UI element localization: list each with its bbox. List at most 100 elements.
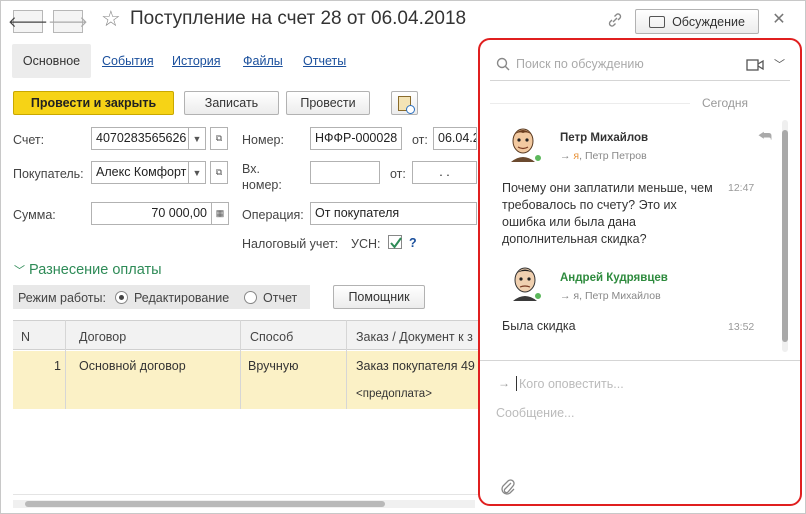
search-divider: [490, 80, 790, 81]
date-field[interactable]: 06.04.2: [433, 127, 477, 150]
online-status-icon: [534, 154, 542, 162]
column-divider: [346, 320, 347, 409]
number-label: Номер:: [242, 133, 284, 147]
in-date-label: от:: [390, 167, 406, 181]
message-author[interactable]: Петр Михайлов: [560, 132, 648, 144]
discussion-panel: Поиск по обсуждению ﹀ Сегодня Петр Михай…: [478, 38, 802, 506]
discussion-button[interactable]: Обсуждение: [635, 9, 759, 34]
forward-button[interactable]: 🡒: [48, 10, 88, 33]
arrow-icon: →: [560, 150, 574, 162]
column-divider: [65, 320, 66, 409]
arrow-left-icon: 🡐: [7, 14, 49, 31]
message-time: 12:47: [728, 182, 755, 194]
radio-edit[interactable]: [115, 291, 128, 304]
table-header: N Договор Способ Заказ / Документ к з: [13, 320, 479, 350]
operation-field[interactable]: От покупателя: [310, 202, 477, 225]
tab-files[interactable]: Файлы: [243, 54, 283, 68]
sum-label: Сумма:: [13, 208, 56, 222]
text-cursor: [516, 376, 517, 391]
print-report-button[interactable]: [391, 91, 418, 115]
section-title-text: Разнесение оплаты: [29, 262, 162, 278]
tab-main-label: Основное: [22, 54, 81, 68]
table-row[interactable]: 1 Основной договор Вручную Заказ покупат…: [13, 351, 479, 409]
check-icon: [390, 237, 402, 249]
star-icon[interactable]: ☆: [101, 6, 121, 32]
tab-reports[interactable]: Отчеты: [303, 54, 346, 68]
message-recipients: → я, Петр Михайлов: [560, 290, 661, 302]
account-label: Счет:: [13, 133, 45, 147]
in-number-label-2: номер:: [242, 178, 282, 192]
assistant-button[interactable]: Помощник: [333, 285, 425, 309]
close-icon[interactable]: ✕: [768, 9, 790, 31]
tax-system-label: УСН:: [351, 237, 381, 251]
notify-input[interactable]: Кого оповестить...: [519, 377, 624, 391]
tab-history[interactable]: История: [172, 54, 220, 68]
message-text: Была скидка: [502, 319, 576, 333]
scrollbar-thumb[interactable]: [25, 501, 385, 507]
in-date-field[interactable]: . .: [412, 161, 477, 184]
payment-section-title[interactable]: ﹀ Разнесение оплаты: [14, 262, 162, 278]
date-header: Сегодня: [702, 96, 748, 110]
row-method: Вручную: [248, 359, 299, 373]
discussion-search-input[interactable]: Поиск по обсуждению: [516, 57, 644, 71]
date-from-label: от:: [412, 133, 428, 147]
column-header-contract[interactable]: Договор: [79, 330, 126, 344]
tab-events[interactable]: События: [102, 54, 154, 68]
radio-report[interactable]: [244, 291, 257, 304]
chevron-down-icon: ﹀: [14, 265, 25, 277]
vertical-scrollbar[interactable]: [782, 120, 788, 352]
tax-label: Налоговый учет:: [242, 237, 339, 251]
recipient-others: , Петр Михайлов: [579, 290, 661, 302]
message-input[interactable]: Сообщение...: [496, 406, 574, 420]
row-order: Заказ покупателя 49: [356, 359, 475, 373]
arrow-icon: →: [560, 290, 574, 302]
column-divider: [240, 320, 241, 409]
sum-field[interactable]: 70 000,00: [91, 202, 212, 225]
message-text: Почему они заплатили меньше, чем требова…: [502, 181, 713, 246]
calculator-icon[interactable]: ▦: [211, 202, 229, 225]
chat-icon: [649, 15, 666, 28]
dropdown-arrow-icon[interactable]: ▼: [188, 161, 206, 184]
number-field[interactable]: НФФР-000028: [310, 127, 402, 150]
row-contract: Основной договор: [79, 359, 186, 373]
video-call-icon[interactable]: [746, 59, 764, 71]
document-clock-icon: [398, 95, 415, 114]
scrollbar-thumb[interactable]: [782, 130, 788, 342]
arrow-right-icon: →: [498, 376, 510, 390]
account-field[interactable]: 4070283565626: [91, 127, 189, 150]
radio-edit-label: Редактирование: [134, 291, 230, 305]
radio-report-label: Отчет: [263, 291, 298, 305]
arrow-right-icon: 🡒: [47, 14, 89, 31]
table-body-empty: [13, 409, 479, 495]
post-and-close-button[interactable]: Провести и закрыть: [13, 91, 174, 115]
tab-main[interactable]: Основное: [12, 44, 91, 78]
column-header-order[interactable]: Заказ / Документ к з: [356, 330, 473, 344]
in-number-field[interactable]: [310, 161, 380, 184]
paperclip-icon[interactable]: [500, 478, 516, 496]
buyer-label: Покупатель:: [13, 167, 84, 181]
horizontal-scrollbar[interactable]: [13, 500, 475, 508]
post-button[interactable]: Провести: [286, 91, 370, 115]
tax-help-link[interactable]: ?: [409, 236, 417, 250]
date-divider: [490, 103, 690, 104]
back-button[interactable]: 🡐: [8, 10, 48, 33]
column-header-method[interactable]: Способ: [250, 330, 293, 344]
chevron-down-icon[interactable]: ﹀: [774, 56, 785, 72]
reply-all-icon[interactable]: ⮪: [758, 128, 772, 145]
buyer-field[interactable]: Алекс Комфорт: [91, 161, 189, 184]
compose-divider: [480, 360, 800, 361]
link-icon[interactable]: [606, 11, 624, 29]
open-icon[interactable]: ⧉: [210, 161, 228, 184]
column-header-n[interactable]: N: [21, 330, 30, 344]
search-icon: [496, 57, 510, 71]
tax-checkbox[interactable]: [388, 235, 402, 249]
open-icon[interactable]: ⧉: [210, 127, 228, 150]
mode-label: Режим работы:: [18, 291, 106, 305]
save-button[interactable]: Записать: [184, 91, 279, 115]
message-recipients: → я, Петр Петров: [560, 150, 647, 162]
dropdown-arrow-icon[interactable]: ▼: [188, 127, 206, 150]
row-order-sub: <предоплата>: [356, 388, 432, 400]
message-author[interactable]: Андрей Кудрявцев: [560, 272, 668, 284]
operation-label: Операция:: [242, 208, 304, 222]
recipient-others: , Петр Петров: [579, 150, 647, 162]
